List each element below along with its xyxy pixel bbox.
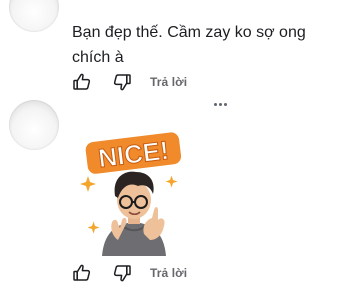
reply-button[interactable]: Trả lời	[150, 75, 187, 89]
comment-item: NICE! Trả lời	[0, 100, 344, 287]
avatar[interactable]	[9, 0, 59, 32]
thumbs-down-icon[interactable]	[112, 72, 132, 92]
more-options-icon[interactable]	[214, 100, 230, 108]
comment-text: Bạn đẹp thế. Cầm zay ko sợ ong chích à	[72, 24, 306, 66]
thumbs-up-icon[interactable]	[72, 263, 92, 283]
avatar[interactable]	[9, 100, 59, 150]
reply-button[interactable]: Trả lời	[150, 266, 187, 280]
sticker-nice-boy-icon: NICE!	[78, 122, 190, 256]
thumbs-down-icon[interactable]	[112, 263, 132, 283]
comment-actions: Trả lời	[72, 263, 187, 283]
comment-item: Bạn đẹp thế. Cầm zay ko sợ ong chích à T…	[0, 0, 344, 100]
thumbs-up-icon[interactable]	[72, 72, 92, 92]
comment-actions: Trả lời	[72, 72, 187, 92]
